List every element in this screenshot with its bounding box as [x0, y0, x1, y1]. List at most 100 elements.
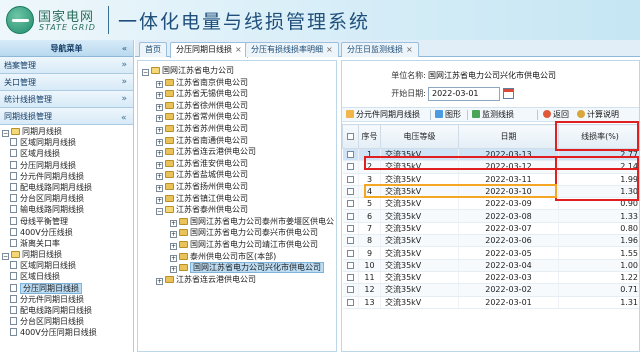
back-button[interactable]: 返回 [543, 108, 569, 122]
org-tree-node[interactable]: + 江苏省连云港供电公司 [138, 146, 336, 158]
select-all-checkbox[interactable] [342, 124, 359, 149]
table-row[interactable]: 13 交流35kV 2022-03-01 1.31 [342, 296, 639, 309]
col-header-date[interactable]: 日期 [458, 124, 559, 149]
org-tree-node[interactable]: + 江苏省扬州供电公司 [138, 181, 336, 193]
org-tree-node[interactable]: + 江苏省南京供电公司 [138, 77, 336, 89]
row-checkbox[interactable] [342, 234, 359, 248]
sidebar-section-archive[interactable]: 档案管理 » [0, 57, 133, 74]
sidebar-tree-item[interactable]: 区域日线损 [0, 271, 133, 282]
col-header-voltage-level[interactable]: 电压等级 [380, 124, 459, 149]
expand-node-icon[interactable]: + [156, 150, 163, 158]
expand-node-icon[interactable]: + [170, 231, 177, 239]
sidebar-tree-item[interactable]: 渐离关口率 [0, 238, 133, 249]
expand-node-icon[interactable]: + [156, 196, 163, 204]
org-tree-node[interactable]: + 江苏省淮安供电公司 [138, 158, 336, 170]
close-icon[interactable]: × [326, 45, 333, 54]
row-checkbox[interactable] [342, 296, 359, 309]
org-tree-node[interactable]: − 江苏省泰州供电公司 [138, 204, 336, 216]
sidebar-tree-item[interactable]: − 同期月线损 [0, 126, 133, 137]
sidebar-tree-item[interactable]: 区域同期日线损 [0, 260, 133, 271]
org-tree-node[interactable]: + 国网江苏省电力公司泰兴市供电公司 [138, 227, 336, 239]
expand-node-icon[interactable]: + [156, 126, 163, 134]
table-row[interactable]: 10 交流35kV 2022-03-04 1.00 [342, 259, 639, 272]
sidebar-tree-item[interactable]: 输电线路同期线损 [0, 204, 133, 215]
sidebar-section-stat-lineloss[interactable]: 统计线损管理 » [0, 91, 133, 108]
org-tree-node[interactable]: + 江苏省镇江供电公司 [138, 193, 336, 205]
table-row[interactable]: 9 交流35kV 2022-03-05 1.55 [342, 246, 639, 260]
tab-lineloss-detail[interactable]: 分压有损线损率明细 × [245, 42, 339, 57]
table-row[interactable]: 12 交流35kV 2022-03-02 0.71 [342, 283, 639, 297]
sidebar-section-gateway[interactable]: 关口管理 » [0, 74, 133, 91]
row-checkbox[interactable] [342, 246, 359, 260]
org-tree-node[interactable]: + 泰州供电公司市区(本部) [138, 251, 336, 263]
org-tree-node[interactable]: + 江苏省徐州供电公司 [138, 100, 336, 112]
org-tree-node[interactable]: + 国网江苏省电力公司泰州市姜堰区供电公 [138, 216, 336, 228]
row-checkbox[interactable] [342, 173, 359, 186]
expand-node-icon[interactable]: + [156, 103, 163, 111]
tab-daily-monitor-lineloss[interactable]: 分压日监测线损 × [341, 42, 419, 57]
org-tree-node[interactable]: + 江苏省连云港供电公司 [138, 274, 336, 286]
expand-node-icon[interactable]: + [156, 80, 163, 88]
sidebar-tree-item[interactable]: 分台区同期月线损 [0, 193, 133, 204]
expand-node-icon[interactable]: + [156, 277, 163, 285]
calc-description-button[interactable]: 计算说明 [577, 108, 619, 122]
start-date-input[interactable]: 2022-03-01 [428, 87, 500, 101]
sidebar-tree-item[interactable]: 母线平衡管理 [0, 216, 133, 227]
expand-node-icon[interactable]: + [156, 92, 163, 100]
row-checkbox[interactable] [342, 209, 359, 223]
row-checkbox[interactable] [342, 185, 359, 199]
org-tree-node[interactable]: + 国网江苏省电力公司兴化市供电公司 [138, 262, 336, 274]
expand-node-icon[interactable]: + [170, 266, 177, 274]
sidebar-tree-item[interactable]: 区域同期月线损 [0, 137, 133, 148]
col-header-no[interactable]: 序号 [358, 124, 381, 149]
collapse-node-icon[interactable]: − [2, 130, 9, 137]
sidebar-tree-item[interactable]: 400V分压线损 [0, 227, 133, 238]
sidebar-tree-item[interactable]: 400V分压同期日线损 [0, 327, 133, 338]
table-row[interactable]: 6 交流35kV 2022-03-08 1.33 [342, 209, 639, 223]
org-tree-node[interactable]: − 国网江苏省电力公司 [138, 65, 336, 77]
sidebar-tree-item[interactable]: 分压同期日线损 [0, 282, 133, 294]
tab-sync-daily-lineloss[interactable]: 分压同期日线损 × [170, 42, 248, 58]
collapse-sidebar-icon[interactable]: « [122, 40, 127, 57]
expand-node-icon[interactable]: + [156, 115, 163, 123]
row-checkbox[interactable] [342, 160, 359, 174]
sidebar-tree-item[interactable]: 配电线路同期日线损 [0, 305, 133, 316]
row-checkbox[interactable] [342, 283, 359, 297]
sidebar-tree-item[interactable]: 区域月线损 [0, 148, 133, 159]
org-tree-node[interactable]: + 江苏省苏州供电公司 [138, 123, 336, 135]
sidebar-tree-item[interactable]: 分压同期月线损 [0, 160, 133, 171]
sidebar-tree-item[interactable]: 分台区同期日线损 [0, 316, 133, 327]
sidebar-tree-item[interactable]: 配电线路同期月线损 [0, 182, 133, 193]
expand-node-icon[interactable]: + [170, 242, 177, 250]
org-tree-node[interactable]: + 江苏省南通供电公司 [138, 135, 336, 147]
table-row[interactable]: 7 交流35kV 2022-03-07 0.80 [342, 222, 639, 236]
row-checkbox[interactable] [342, 197, 359, 211]
row-checkbox[interactable] [342, 259, 359, 272]
collapse-node-icon[interactable]: − [142, 69, 149, 76]
org-tree-node[interactable]: + 江苏省无锡供电公司 [138, 88, 336, 100]
calendar-icon[interactable] [503, 88, 514, 99]
org-tree-node[interactable]: + 江苏省常州供电公司 [138, 111, 336, 123]
sidebar-tree-item[interactable]: 分元件同期月线损 [0, 171, 133, 182]
sidebar-tree-item[interactable]: − 同期日线损 [0, 249, 133, 261]
expand-node-icon[interactable]: + [156, 184, 163, 192]
sidebar-section-sync-lineloss[interactable]: 同期线损管理 » [0, 108, 133, 125]
collapse-node-icon[interactable]: − [2, 253, 9, 261]
org-tree-node[interactable]: + 江苏省盐城供电公司 [138, 169, 336, 181]
table-row[interactable]: 8 交流35kV 2022-03-06 1.96 [342, 234, 639, 248]
monitor-lineloss-button[interactable]: 监测线损 [472, 108, 514, 122]
row-checkbox[interactable] [342, 271, 359, 285]
component-monthly-lineloss-button[interactable]: 分元件同期月线损 [346, 108, 420, 122]
expand-node-icon[interactable]: + [156, 138, 163, 146]
expand-node-icon[interactable]: + [156, 173, 163, 181]
expand-node-icon[interactable]: + [170, 219, 177, 227]
close-icon[interactable]: × [406, 45, 413, 54]
close-icon[interactable]: × [235, 45, 242, 54]
sidebar-tree-item[interactable]: 分元件同期日线损 [0, 294, 133, 305]
expand-node-icon[interactable]: + [156, 161, 163, 169]
collapse-node-icon[interactable]: − [156, 208, 163, 216]
row-checkbox[interactable] [342, 148, 359, 162]
chart-button[interactable]: 图形 [435, 108, 461, 122]
tab-home[interactable]: 首页 [139, 42, 167, 57]
row-checkbox[interactable] [342, 222, 359, 236]
